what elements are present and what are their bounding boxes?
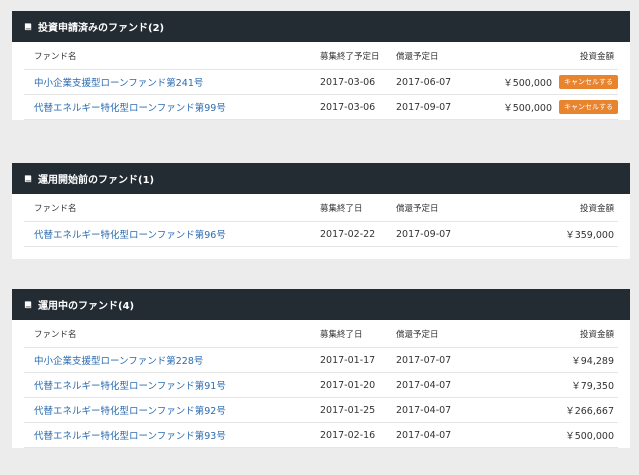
redemption-date: 2017-04-07 <box>396 379 452 391</box>
table-row: 代替エネルギー特化型ローンファンド第91号 2017-01-20 2017-04… <box>24 373 618 398</box>
book-icon <box>24 175 32 183</box>
fund-link[interactable]: 代替エネルギー特化型ローンファンド第91号 <box>34 381 226 392</box>
cancel-button[interactable]: キャンセルする <box>559 75 618 89</box>
col-recruit-end: 募集終了予定日 <box>320 51 380 62</box>
col-fund-name: ファンド名 <box>34 329 77 340</box>
col-recruit-end: 募集終了日 <box>320 203 363 214</box>
recruit-end-date: 2017-01-20 <box>320 379 376 391</box>
amount-value: ￥500,000 <box>565 431 614 442</box>
panel-pre-operation-funds: 運用開始前のファンド(1) ファンド名 募集終了日 償還予定日 投資金額 代替エ… <box>12 163 630 259</box>
fund-link[interactable]: 代替エネルギー特化型ローンファンド第99号 <box>34 103 226 114</box>
panel-header: 運用中のファンド(4) <box>12 289 630 320</box>
recruit-end-date: 2017-02-22 <box>320 228 376 240</box>
cancel-button[interactable]: キャンセルする <box>559 100 618 114</box>
col-fund-name: ファンド名 <box>34 203 77 214</box>
redemption-date: 2017-04-07 <box>396 404 452 416</box>
redemption-date: 2017-06-07 <box>396 76 452 88</box>
table-row: 代替エネルギー特化型ローンファンド第96号 2017-02-22 2017-09… <box>24 222 618 247</box>
book-icon <box>24 23 32 31</box>
table-header: ファンド名 募集終了日 償還予定日 投資金額 <box>24 194 618 222</box>
table-row: 中小企業支援型ローンファンド第241号 2017-03-06 2017-06-0… <box>24 70 618 95</box>
redemption-date: 2017-09-07 <box>396 228 452 240</box>
amount-value: ￥500,000 <box>503 78 552 89</box>
book-icon <box>24 301 32 309</box>
recruit-end-date: 2017-03-06 <box>320 101 376 113</box>
table-row: 代替エネルギー特化型ローンファンド第92号 2017-01-25 2017-04… <box>24 398 618 423</box>
amount-value: ￥79,350 <box>571 381 614 392</box>
recruit-end-date: 2017-01-17 <box>320 354 376 366</box>
col-fund-name: ファンド名 <box>34 51 77 62</box>
table-header: ファンド名 募集終了日 償還予定日 投資金額 <box>24 320 618 348</box>
table-row: 代替エネルギー特化型ローンファンド第99号 2017-03-06 2017-09… <box>24 95 618 120</box>
recruit-end-date: 2017-02-16 <box>320 429 376 441</box>
amount-value: ￥266,667 <box>565 406 614 417</box>
fund-table: ファンド名 募集終了日 償還予定日 投資金額 代替エネルギー特化型ローンファンド… <box>12 194 630 247</box>
recruit-end-date: 2017-03-06 <box>320 76 376 88</box>
panel-title: 運用中のファンド(4) <box>38 301 135 312</box>
col-redemption: 償還予定日 <box>396 203 439 214</box>
redemption-date: 2017-04-07 <box>396 429 452 441</box>
redemption-date: 2017-09-07 <box>396 101 452 113</box>
fund-link[interactable]: 代替エネルギー特化型ローンファンド第93号 <box>34 431 226 442</box>
panel-applied-funds: 投資申請済みのファンド(2) ファンド名 募集終了予定日 償還予定日 投資金額 … <box>12 11 630 120</box>
col-redemption: 償還予定日 <box>396 329 439 340</box>
fund-link[interactable]: 代替エネルギー特化型ローンファンド第92号 <box>34 406 226 417</box>
panel-title: 投資申請済みのファンド(2) <box>38 23 165 34</box>
panel-active-funds: 運用中のファンド(4) ファンド名 募集終了日 償還予定日 投資金額 中小企業支… <box>12 289 630 448</box>
fund-link[interactable]: 代替エネルギー特化型ローンファンド第96号 <box>34 230 226 241</box>
panel-header: 投資申請済みのファンド(2) <box>12 11 630 42</box>
col-amount: 投資金額 <box>579 329 614 340</box>
table-row: 中小企業支援型ローンファンド第228号 2017-01-17 2017-07-0… <box>24 348 618 373</box>
col-amount: 投資金額 <box>579 203 614 214</box>
fund-table: ファンド名 募集終了予定日 償還予定日 投資金額 中小企業支援型ローンファンド第… <box>12 42 630 120</box>
panel-title: 運用開始前のファンド(1) <box>38 175 155 186</box>
col-redemption: 償還予定日 <box>396 51 439 62</box>
table-row: 代替エネルギー特化型ローンファンド第93号 2017-02-16 2017-04… <box>24 423 618 448</box>
fund-link[interactable]: 中小企業支援型ローンファンド第228号 <box>34 356 203 367</box>
table-header: ファンド名 募集終了予定日 償還予定日 投資金額 <box>24 42 618 70</box>
amount-value: ￥500,000 <box>503 103 552 114</box>
amount-value: ￥359,000 <box>565 230 614 241</box>
fund-table: ファンド名 募集終了日 償還予定日 投資金額 中小企業支援型ローンファンド第22… <box>12 320 630 448</box>
panel-header: 運用開始前のファンド(1) <box>12 163 630 194</box>
col-amount: 投資金額 <box>579 51 614 62</box>
amount-value: ￥94,289 <box>571 356 614 367</box>
redemption-date: 2017-07-07 <box>396 354 452 366</box>
fund-link[interactable]: 中小企業支援型ローンファンド第241号 <box>34 78 203 89</box>
recruit-end-date: 2017-01-25 <box>320 404 376 416</box>
col-recruit-end: 募集終了日 <box>320 329 363 340</box>
